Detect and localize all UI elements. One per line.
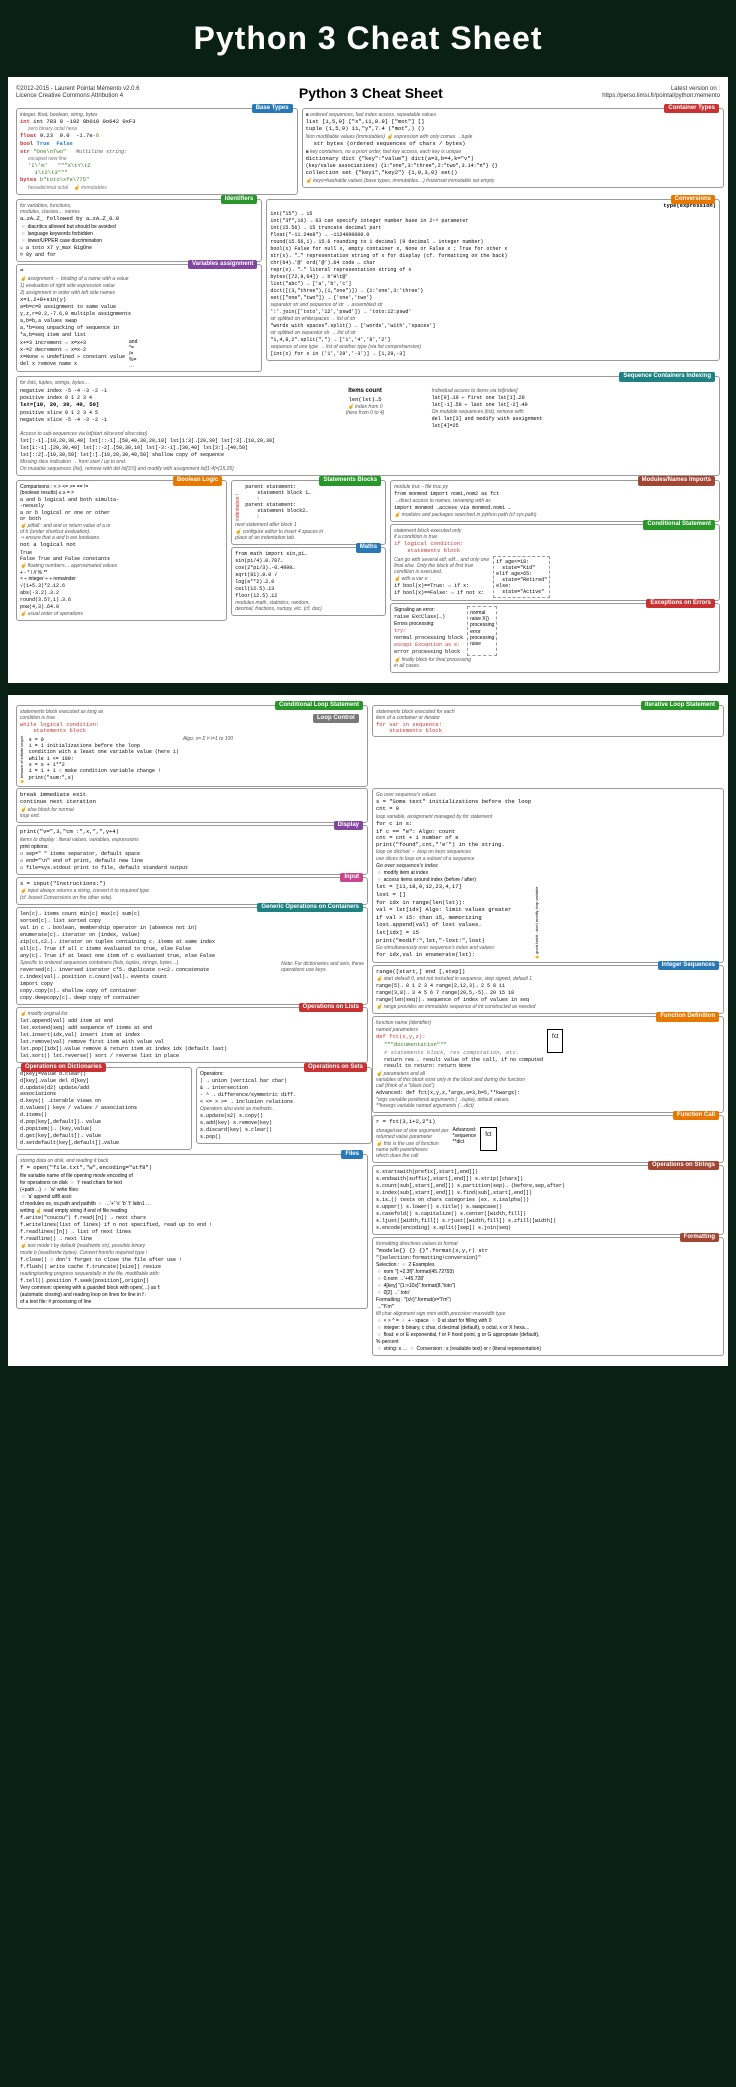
var-assign: Variables assignment = ☝ assignment ⇔ bi… [16,264,262,373]
tag-cond: Conditional Statement [643,520,715,529]
boolean: Boolean Logic Comparisons : < > <= >= ==… [16,480,227,621]
conditional: Conditional Statement statement block ex… [390,524,720,600]
base-types: Base Types integer, float, boolean, stri… [16,108,298,195]
tag-oplist: Operations on Lists [299,1003,363,1012]
op-set: Operations on Sets Operators: | → union … [196,1067,372,1144]
func-def: Function Definition function name (ident… [372,1016,724,1113]
files: Files storing data on disk, and reading … [16,1154,368,1309]
iter-loop: Iterative Loop Statement Loop Control st… [372,705,724,737]
display: Display print("v=",3,"cm :",x,",",y+4) i… [16,825,368,875]
tag-disp: Display [334,821,363,830]
tag-ident: Identifiers [221,195,258,204]
tag-condloop: Conditional Loop Statement [275,701,363,710]
tag-base: Base Types [252,104,293,113]
tag-opstr: Operations on Strings [648,1161,719,1170]
generic-ops: Generic Operations on Containers len(c)→… [16,907,368,1005]
op-strings: Operations on Strings s.startswith(prefi… [372,1165,724,1235]
call-box: fct [480,1127,496,1151]
tag-varass: Variables assignment [188,260,257,269]
tag-opdict: Operations on Dictionaries [21,1063,106,1072]
op-dict: Operations on Dictionaries d[key]=value … [16,1067,192,1150]
loop-control: break immediate exit continue next itera… [16,788,368,823]
tag-inp: Input [340,873,363,882]
tag-iterloop: Iterative Loop Statement [641,701,719,710]
tag-container: Container Types [664,104,719,113]
formatting: Formatting formatting directives values … [372,1237,724,1357]
maths: Maths from math import sin,pi… sin(pi/4)… [231,547,386,616]
tag-bool: Boolean Logic [173,476,222,485]
banner-title: Python 3 Cheat Sheet [0,0,736,77]
tag-intseq: Integer Sequences [658,961,719,970]
tag-mod: Modules/Names Imports [638,476,715,485]
tag-math: Maths [356,543,381,552]
container-types: Container Types ■ ordered sequences, fas… [302,108,724,188]
op-lists: Operations on Lists ☝ modify original li… [16,1007,368,1063]
tag-genop: Generic Operations on Containers [257,903,363,912]
exceptions: Exceptions on Errors Signaling an error:… [390,603,720,673]
tag-conv: Conversions [671,195,715,204]
header-center: Python 3 Cheat Sheet [299,85,443,102]
tag-funccall: Function Call [673,1111,719,1120]
page-2: Conditional Loop Statement statements bl… [8,695,728,1367]
tag-exc: Exceptions on Errors [646,599,715,608]
tag-fmt: Formatting [680,1233,719,1242]
iter-loop-body: Go over sequence's values s = "Some text… [372,788,724,963]
tag-opset: Operations on Sets [304,1063,367,1072]
identifiers: Identifiers for variables, functions, mo… [16,199,262,262]
tag-seqidx: Sequence Containers Indexing [619,372,715,381]
tag-funcdef: Function Definition [656,1012,719,1021]
tag-files: Files [341,1150,363,1159]
statements: Statements Blocks indentation ! parent s… [231,480,386,545]
header-left: ©2012-2015 - Laurent Pointal Mémento v2.… [16,86,140,100]
conversions: Conversions type(expression) int("15") →… [266,199,720,361]
func-call: Function Call r = fct(3,i+2,2*i) storage… [372,1115,724,1163]
int-seq: Integer Sequences range([start,] end [,s… [372,965,724,1015]
input: Input s = input("Instructions:") ☝ input… [16,877,368,906]
modules: Modules/Names Imports module truc⇔file t… [390,480,720,522]
tag-loopctl: Loop Control [313,714,359,723]
seq-indexing: Sequence Containers Indexing for lists, … [16,376,720,476]
page-1: ©2012-2015 - Laurent Pointal Mémento v2.… [8,77,728,683]
func-box: fct [547,1029,563,1053]
tag-stmt: Statements Blocks [319,476,381,485]
header-right: Latest version on : https://perso.limsi.… [602,86,720,100]
